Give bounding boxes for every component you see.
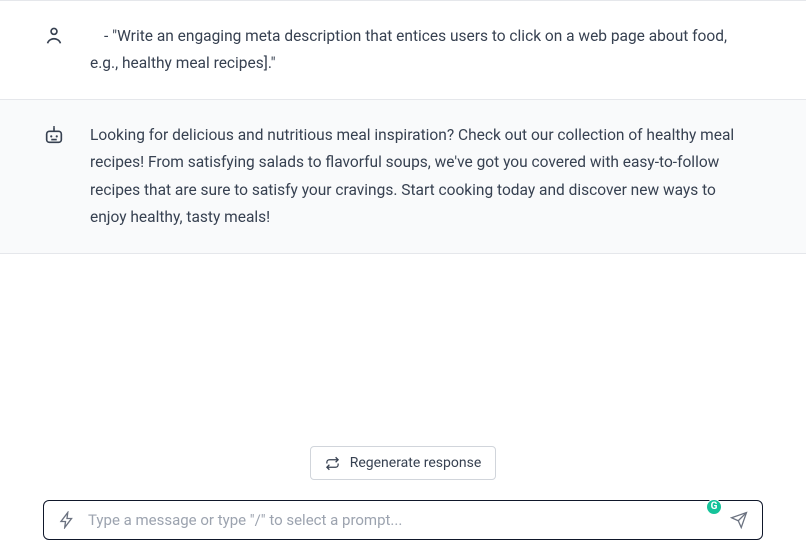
- user-message-row: - "Write an engaging meta description th…: [0, 1, 806, 100]
- assistant-message-row: Looking for delicious and nutritious mea…: [0, 100, 806, 254]
- conversation: - "Write an engaging meta description th…: [0, 0, 806, 254]
- user-avatar: [42, 23, 66, 77]
- assistant-message-text: Looking for delicious and nutritious mea…: [90, 122, 764, 231]
- refresh-icon: [325, 456, 340, 471]
- send-icon: [730, 511, 748, 529]
- bottom-area: Regenerate response G: [0, 446, 806, 552]
- user-icon: [43, 25, 65, 47]
- send-button[interactable]: [730, 511, 748, 529]
- grammarly-badge-icon[interactable]: G: [706, 499, 722, 515]
- message-input-container: G: [43, 500, 763, 540]
- assistant-avatar: [42, 122, 66, 231]
- user-message-text: - "Write an engaging meta description th…: [90, 23, 764, 77]
- regenerate-button[interactable]: Regenerate response: [310, 446, 497, 480]
- message-input[interactable]: [88, 511, 718, 529]
- robot-icon: [43, 124, 65, 146]
- bolt-icon[interactable]: [58, 511, 76, 529]
- regenerate-label: Regenerate response: [350, 455, 482, 471]
